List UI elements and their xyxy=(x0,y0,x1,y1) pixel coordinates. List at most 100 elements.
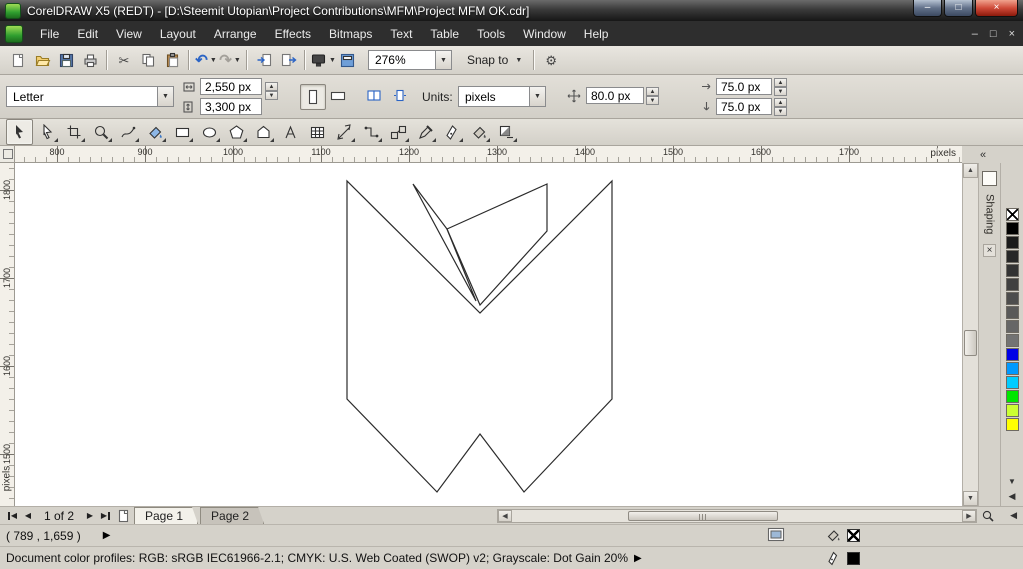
menu-layout[interactable]: Layout xyxy=(151,21,205,46)
menu-arrange[interactable]: Arrange xyxy=(205,21,266,46)
vertical-scrollbar[interactable]: ▲ ▼ xyxy=(962,163,978,506)
palette-color-swatch[interactable] xyxy=(1006,334,1019,347)
pick-tool[interactable] xyxy=(6,119,33,145)
undo-button[interactable]: ↶▼ xyxy=(194,48,218,72)
crop-tool[interactable] xyxy=(62,120,87,144)
spinner-down-icon[interactable]: ▼ xyxy=(646,96,659,105)
doc-restore-icon[interactable]: □ xyxy=(990,28,997,40)
export-button[interactable] xyxy=(276,48,300,72)
open-button[interactable] xyxy=(30,48,54,72)
minimize-button[interactable]: – xyxy=(913,0,942,17)
close-button[interactable]: × xyxy=(975,0,1018,17)
maximize-button[interactable]: □ xyxy=(944,0,973,17)
scroll-right-icon[interactable]: ▶ xyxy=(962,510,976,522)
first-page-button[interactable]: ◀ xyxy=(4,508,20,523)
palette-color-swatch[interactable] xyxy=(1006,222,1019,235)
landscape-orientation-button[interactable] xyxy=(326,84,350,108)
palette-color-swatch[interactable] xyxy=(1006,236,1019,249)
doc-close-icon[interactable]: × xyxy=(1009,28,1015,40)
new-document-button[interactable] xyxy=(6,48,30,72)
interactive-fill-tool[interactable] xyxy=(494,120,519,144)
doc-minimize-icon[interactable]: – xyxy=(972,28,978,40)
menu-view[interactable]: View xyxy=(107,21,151,46)
basic-shapes-tool[interactable] xyxy=(251,120,276,144)
shape-tool[interactable] xyxy=(35,120,60,144)
spinner-up-icon[interactable]: ▲ xyxy=(774,78,787,87)
redo-button[interactable]: ↷▼ xyxy=(218,48,242,72)
blend-tool[interactable] xyxy=(386,120,411,144)
polygon-tool[interactable] xyxy=(224,120,249,144)
mfm-logo-path[interactable] xyxy=(413,184,476,301)
text-tool[interactable] xyxy=(278,120,303,144)
ellipse-tool[interactable] xyxy=(197,120,222,144)
save-button[interactable] xyxy=(54,48,78,72)
duplicate-y-spinner[interactable]: ▲▼ xyxy=(774,98,787,116)
units-combo[interactable]: pixels ▼ xyxy=(458,86,546,107)
spinner-up-icon[interactable]: ▲ xyxy=(265,82,278,91)
print-button[interactable] xyxy=(78,48,102,72)
duplicate-x-spinner[interactable]: ▲▼ xyxy=(774,78,787,96)
vertical-ruler[interactable]: 1800 1700 1600 1500 pixels xyxy=(0,163,15,506)
last-page-button[interactable]: ▶ xyxy=(98,508,114,523)
menu-table[interactable]: Table xyxy=(421,21,468,46)
mfm-logo-path[interactable] xyxy=(447,184,547,305)
duplicate-distance-x-field[interactable]: 75.0 px xyxy=(716,78,772,95)
menu-edit[interactable]: Edit xyxy=(68,21,107,46)
shaping-docker-icon[interactable] xyxy=(982,171,997,186)
outline-pen-tool[interactable] xyxy=(440,120,465,144)
cut-button[interactable]: ✂ xyxy=(112,48,136,72)
copy-button[interactable] xyxy=(136,48,160,72)
status-expand-icon[interactable]: ▶ xyxy=(103,530,111,541)
smart-fill-tool[interactable] xyxy=(143,120,168,144)
horizontal-scrollbar[interactable]: ◀ ▶ xyxy=(497,509,977,523)
nudge-spinner[interactable]: ▲▼ xyxy=(646,87,659,105)
portrait-orientation-button[interactable] xyxy=(300,84,326,110)
paste-button[interactable] xyxy=(160,48,184,72)
shaping-docker-tab[interactable]: Shaping xyxy=(984,194,996,234)
palette-color-swatch[interactable] xyxy=(1006,320,1019,333)
page-tab-1[interactable]: Page 1 xyxy=(134,507,198,524)
ruler-origin-button[interactable] xyxy=(0,146,15,163)
options-button[interactable]: ⚙ xyxy=(539,48,563,72)
spinner-up-icon[interactable]: ▲ xyxy=(774,98,787,107)
all-pages-size-button[interactable] xyxy=(362,84,386,108)
status-info-button[interactable] xyxy=(767,527,785,545)
zoom-tool[interactable] xyxy=(89,120,114,144)
docker-close-icon[interactable]: × xyxy=(983,244,996,257)
mfm-logo-path[interactable] xyxy=(347,181,612,492)
menu-effects[interactable]: Effects xyxy=(266,21,320,46)
nudge-offset-field[interactable]: 80.0 px xyxy=(586,87,644,104)
menu-text[interactable]: Text xyxy=(381,21,421,46)
palette-color-swatch[interactable] xyxy=(1006,362,1019,375)
menu-file[interactable]: File xyxy=(31,21,68,46)
palette-flyout-icon[interactable]: ◀ xyxy=(1001,491,1023,502)
import-button[interactable] xyxy=(252,48,276,72)
freehand-tool[interactable] xyxy=(116,120,141,144)
palette-color-swatch[interactable] xyxy=(1006,418,1019,431)
welcome-screen-button[interactable] xyxy=(336,48,360,72)
vertical-scrollbar-thumb[interactable] xyxy=(964,330,977,356)
zoom-level-combo[interactable]: 276% ▼ xyxy=(368,50,452,70)
scroll-down-icon[interactable]: ▼ xyxy=(963,491,978,506)
application-launcher-dropdown-icon[interactable]: ▼ xyxy=(329,57,336,64)
menu-bitmaps[interactable]: Bitmaps xyxy=(320,21,381,46)
paper-type-arrow-icon[interactable]: ▼ xyxy=(157,87,173,106)
paper-type-combo[interactable]: Letter ▼ xyxy=(6,86,174,107)
scroll-up-icon[interactable]: ▲ xyxy=(963,163,978,178)
spinner-up-icon[interactable]: ▲ xyxy=(646,87,659,96)
palette-color-swatch[interactable] xyxy=(1006,348,1019,361)
pagebar-flyout-icon[interactable]: ◀ xyxy=(1010,510,1017,521)
current-page-size-button[interactable] xyxy=(388,84,412,108)
paper-width-field[interactable]: 2,550 px xyxy=(200,78,262,95)
redo-dropdown-icon[interactable]: ▼ xyxy=(234,57,241,64)
previous-page-button[interactable]: ◀ xyxy=(20,508,36,523)
straight-line-connector-tool[interactable] xyxy=(359,120,384,144)
page-tab-2[interactable]: Page 2 xyxy=(200,507,264,524)
paper-height-field[interactable]: 3,300 px xyxy=(200,98,262,115)
docker-collapse-icon[interactable]: « xyxy=(980,149,986,161)
drawing-canvas[interactable] xyxy=(15,163,962,506)
table-tool[interactable] xyxy=(305,120,330,144)
parallel-dimension-tool[interactable] xyxy=(332,120,357,144)
palette-no-color-swatch[interactable] xyxy=(1006,208,1019,221)
coreldraw-menu-icon[interactable] xyxy=(5,25,23,43)
